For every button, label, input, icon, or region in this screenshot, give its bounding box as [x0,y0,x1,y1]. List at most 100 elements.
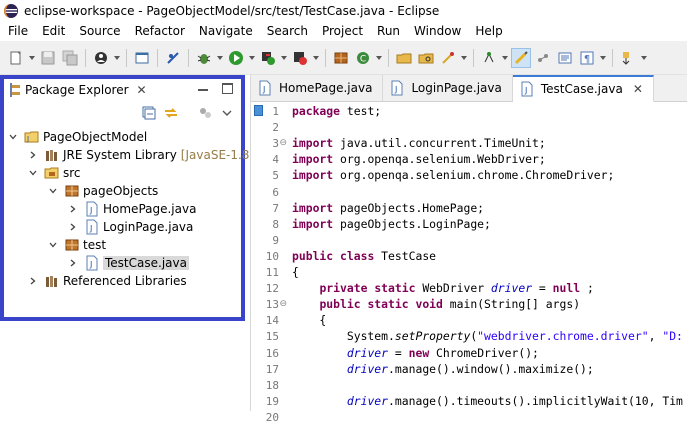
properties-dropdown-icon[interactable] [112,48,122,68]
code-line: import org.openqa.selenium.chrome.Chrome… [292,167,614,183]
code-token: import [292,136,341,151]
code-area[interactable]: package test; import java.util.concurrent… [292,102,687,411]
menu-edit[interactable]: Edit [35,24,72,38]
highlight-icon[interactable] [511,47,531,68]
chevron-right-icon[interactable] [28,276,38,286]
debug-icon[interactable] [194,48,214,68]
chevron-right-icon[interactable] [28,150,38,160]
chevron-right-icon[interactable] [68,204,78,214]
menu-project[interactable]: Project [315,24,370,38]
toolbar-separator [388,48,389,67]
eclipse-logo-icon [4,3,18,18]
run-icon[interactable] [226,48,246,68]
fold-toggle-icon[interactable]: ⊖ [279,138,287,148]
save-icon[interactable] [38,48,58,68]
close-icon[interactable]: ✕ [633,82,643,96]
tree-item-testcase-java[interactable]: J TestCase.java [68,254,189,272]
chevron-down-icon[interactable] [8,132,18,142]
menu-refactor[interactable]: Refactor [128,24,192,38]
refresh-dropdown-icon[interactable] [459,48,469,68]
minimize-icon[interactable] [198,89,208,91]
console-icon[interactable] [132,48,152,68]
menu-file[interactable]: File [0,24,35,38]
tree-item-src[interactable]: src [28,164,81,182]
line-number: 11 [265,266,279,279]
external-tools-icon[interactable] [290,48,310,68]
skip-breakpoints-icon[interactable] [163,48,183,68]
coverage-dropdown-icon[interactable] [279,48,289,68]
new-class-dropdown-icon[interactable] [374,48,384,68]
tree-item-referenced-libraries[interactable]: Referenced Libraries [28,272,187,290]
open-type-icon[interactable] [394,48,414,68]
code-token: import [292,168,341,183]
chevron-down-icon[interactable] [28,168,38,178]
toggle-mark-dropdown-icon[interactable] [500,48,510,68]
code-line: driver.manage().timeouts().implicitlyWai… [292,393,683,409]
line-number: 14 [265,314,279,328]
menu-search[interactable]: Search [260,24,315,38]
tree-item-homepage-java[interactable]: J HomePage.java [68,200,196,218]
tab-loginpage-java[interactable]: J LoginPage.java [383,75,513,101]
refresh-icon[interactable] [438,48,458,68]
tree-item-project[interactable]: J PageObjectModel [8,128,147,146]
toggle-mark-icon[interactable] [479,48,499,68]
link-icon[interactable] [533,48,553,68]
maximize-icon[interactable] [222,83,233,94]
search-icon[interactable] [416,48,436,68]
view-menu-icon[interactable] [219,105,235,121]
run-dropdown-icon[interactable] [247,48,257,68]
toolbar-separator [188,48,189,67]
new-dropdown-icon[interactable] [27,48,37,68]
fold-toggle-icon[interactable]: ⊖ [279,299,287,309]
focus-icon[interactable] [197,105,213,121]
link-with-editor-icon[interactable] [163,105,179,121]
java-file-icon: J [84,255,100,271]
tree-item-test-package[interactable]: test [48,236,106,254]
code-token: org.openqa.selenium.chrome.ChromeDriver; [340,168,615,183]
package-icon [64,183,80,199]
code-line: driver = new ChromeDriver(); [292,345,539,361]
chevron-right-icon[interactable] [68,222,78,232]
chevron-down-icon[interactable] [48,240,58,250]
show-whitespace-icon[interactable] [555,48,575,68]
external-tools-dropdown-icon[interactable] [311,48,321,68]
menu-source[interactable]: Source [72,24,127,38]
menu-window[interactable]: Window [407,24,468,38]
new-class-icon[interactable]: C [353,48,373,68]
coverage-icon[interactable] [258,48,278,68]
code-token: pageObjects.HomePage; [340,200,485,215]
line-number: 13 [265,298,279,312]
word-wrap-icon[interactable]: ¶ [577,48,597,68]
chevron-down-icon[interactable] [48,186,58,196]
new-java-package-icon[interactable] [331,48,351,68]
properties-icon[interactable] [91,48,111,68]
code-line: package test; [292,103,381,119]
save-all-icon[interactable] [60,48,80,68]
next-annotation-dropdown-icon[interactable] [639,48,649,68]
menu-navigate[interactable]: Navigate [192,24,260,38]
code-line: public class TestCase [292,248,436,264]
code-token: driver [346,361,389,376]
tree-item-loginpage-java[interactable]: J LoginPage.java [68,218,193,236]
new-icon[interactable] [6,48,26,68]
word-wrap-dropdown-icon[interactable] [598,48,608,68]
tree-label: TestCase.java [103,256,189,270]
line-number: 9 [272,233,279,247]
debug-dropdown-icon[interactable] [215,48,225,68]
close-icon[interactable]: ✕ [137,83,147,97]
tree-item-jre-library[interactable]: JRE System Library [JavaSE-1.8] [28,146,254,164]
line-number: 6 [272,185,279,199]
tab-testcase-java[interactable]: J TestCase.java ✕ [512,75,654,102]
menu-run[interactable]: Run [370,24,407,38]
chevron-right-icon[interactable] [68,258,78,268]
toolbar-separator [473,48,474,67]
collapse-all-icon[interactable] [141,105,157,121]
next-annotation-icon[interactable] [618,48,638,68]
tree-item-pageobjects[interactable]: pageObjects [48,182,158,200]
tab-homepage-java[interactable]: J HomePage.java [251,75,384,101]
menu-help[interactable]: Help [468,24,509,38]
line-number: 16 [265,346,279,360]
package-explorer-toolbar [4,103,241,125]
